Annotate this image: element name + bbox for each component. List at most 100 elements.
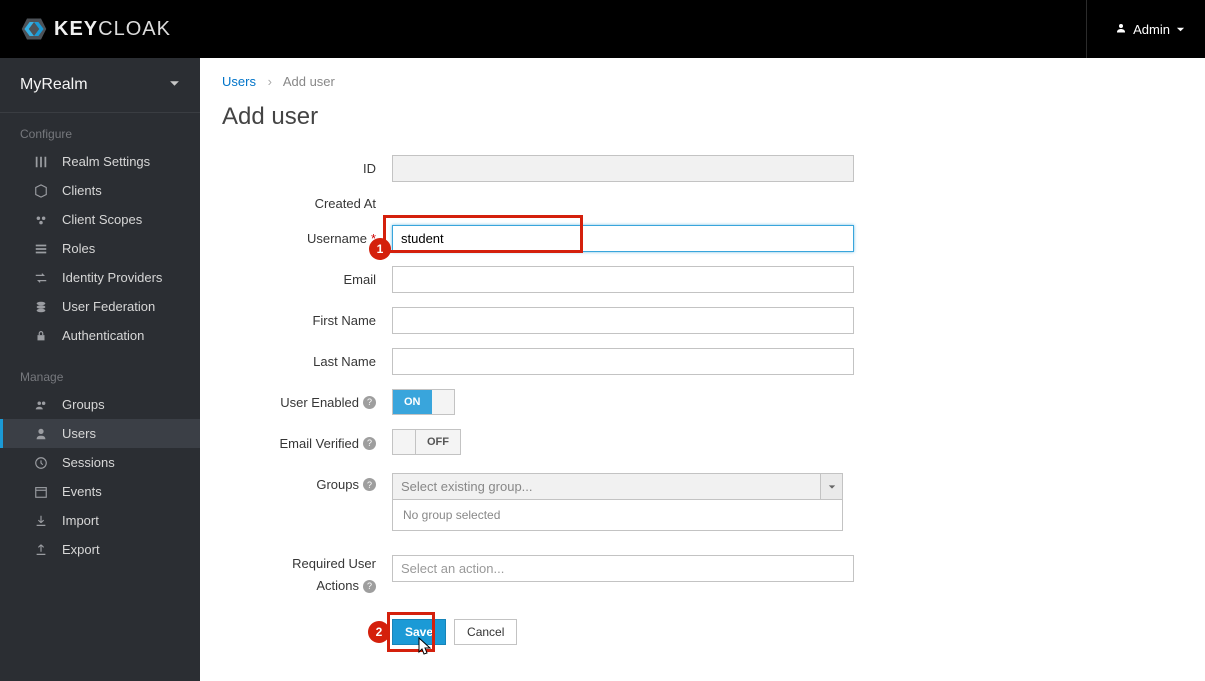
sidebar-item-realm-settings[interactable]: Realm Settings	[0, 147, 200, 176]
sidebar-item-label: Realm Settings	[62, 154, 150, 169]
users-icon	[34, 398, 48, 412]
sidebar-item-label: Events	[62, 484, 102, 499]
breadcrumb-current: Add user	[283, 74, 335, 89]
page-title: Add user	[222, 103, 1183, 131]
user-icon	[34, 427, 48, 441]
list-icon	[34, 242, 48, 256]
first-name-field[interactable]	[392, 307, 854, 334]
cursor-pointer-icon	[418, 637, 434, 660]
row-user-enabled: User Enabled ? ON	[222, 389, 1183, 415]
sidebar-item-label: Users	[62, 426, 96, 441]
label-groups: Groups	[316, 477, 359, 492]
row-first-name: First Name	[222, 307, 1183, 334]
breadcrumb-users-link[interactable]: Users	[222, 74, 256, 89]
top-bar: KEYCLOAK Admin	[0, 0, 1205, 58]
row-required-actions: Required User Actions ? Select an action…	[222, 553, 1183, 595]
sidebar-item-label: User Federation	[62, 299, 155, 314]
label-required-actions-l1: Required User	[292, 555, 376, 573]
sidebar-item-import[interactable]: Import	[0, 506, 200, 535]
sidebar: MyRealm Configure Realm Settings Clients…	[0, 58, 200, 681]
brand-text: KEYCLOAK	[54, 18, 171, 41]
groups-placeholder: Select existing group...	[401, 479, 533, 494]
main-area: MyRealm Configure Realm Settings Clients…	[0, 58, 1205, 681]
sidebar-item-user-federation[interactable]: User Federation	[0, 292, 200, 321]
label-required-actions-l2: Actions	[316, 577, 359, 595]
label-username: Username	[307, 231, 367, 246]
label-created-at: Created At	[315, 196, 376, 211]
sidebar-item-label: Groups	[62, 397, 105, 412]
sidebar-item-groups[interactable]: Groups	[0, 390, 200, 419]
groups-select[interactable]: Select existing group...	[392, 473, 843, 500]
keycloak-logo-icon	[20, 15, 48, 43]
chevron-down-icon	[820, 474, 842, 499]
help-icon[interactable]: ?	[363, 580, 376, 593]
chevron-down-icon	[169, 76, 180, 94]
breadcrumb: Users › Add user	[222, 74, 1183, 89]
required-actions-select[interactable]: Select an action...	[392, 555, 854, 582]
lock-icon	[34, 329, 48, 343]
sidebar-item-users[interactable]: Users	[0, 419, 200, 448]
user-enabled-toggle[interactable]: ON	[392, 389, 455, 415]
row-id: ID	[222, 155, 1183, 182]
chevron-right-icon: ›	[260, 74, 280, 89]
form-buttons: 2 Save Cancel	[392, 619, 1183, 645]
cancel-button[interactable]: Cancel	[454, 619, 517, 645]
section-configure-title: Configure	[0, 119, 200, 147]
help-icon[interactable]: ?	[363, 396, 376, 409]
sidebar-item-label: Authentication	[62, 328, 144, 343]
sidebar-item-label: Export	[62, 542, 100, 557]
chevron-down-icon	[1176, 22, 1185, 37]
sidebar-divider	[0, 112, 200, 113]
annotation-callout-2: 2	[368, 621, 390, 643]
help-icon[interactable]: ?	[363, 437, 376, 450]
cube-icon	[34, 184, 48, 198]
sidebar-item-label: Roles	[62, 241, 95, 256]
row-last-name: Last Name	[222, 348, 1183, 375]
database-icon	[34, 300, 48, 314]
label-email: Email	[343, 272, 376, 287]
configure-nav: Realm Settings Clients Client Scopes Rol…	[0, 147, 200, 350]
section-manage-title: Manage	[0, 362, 200, 390]
last-name-field[interactable]	[392, 348, 854, 375]
username-field[interactable]	[392, 225, 854, 252]
sidebar-item-clients[interactable]: Clients	[0, 176, 200, 205]
scopes-icon	[34, 213, 48, 227]
realm-selector[interactable]: MyRealm	[0, 58, 200, 104]
sidebar-item-export[interactable]: Export	[0, 535, 200, 564]
content-area: Users › Add user Add user ID Created At …	[200, 58, 1205, 681]
label-email-verified: Email Verified	[280, 436, 359, 451]
email-field[interactable]	[392, 266, 854, 293]
row-email: Email	[222, 266, 1183, 293]
sidebar-item-client-scopes[interactable]: Client Scopes	[0, 205, 200, 234]
label-id: ID	[363, 161, 376, 176]
sidebar-item-label: Sessions	[62, 455, 115, 470]
clock-icon	[34, 456, 48, 470]
realm-name: MyRealm	[20, 76, 88, 94]
import-icon	[34, 514, 48, 528]
toggle-on-label: ON	[393, 390, 432, 414]
sidebar-item-identity-providers[interactable]: Identity Providers	[0, 263, 200, 292]
user-menu[interactable]: Admin	[1086, 0, 1185, 58]
sidebar-item-events[interactable]: Events	[0, 477, 200, 506]
email-verified-toggle[interactable]: OFF	[392, 429, 461, 455]
manage-nav: Groups Users Sessions Events Import Expo…	[0, 390, 200, 564]
label-user-enabled: User Enabled	[280, 395, 359, 410]
sidebar-item-label: Import	[62, 513, 99, 528]
row-email-verified: Email Verified ? OFF	[222, 429, 1183, 457]
brand-logo: KEYCLOAK	[20, 15, 171, 43]
help-icon[interactable]: ?	[363, 478, 376, 491]
user-label: Admin	[1133, 22, 1170, 37]
export-icon	[34, 543, 48, 557]
sidebar-item-label: Clients	[62, 183, 102, 198]
user-icon	[1115, 22, 1127, 37]
label-first-name: First Name	[312, 313, 376, 328]
sidebar-item-authentication[interactable]: Authentication	[0, 321, 200, 350]
id-field	[392, 155, 854, 182]
sidebar-item-sessions[interactable]: Sessions	[0, 448, 200, 477]
label-last-name: Last Name	[313, 354, 376, 369]
calendar-icon	[34, 485, 48, 499]
annotation-callout-1: 1	[369, 238, 391, 260]
sidebar-item-roles[interactable]: Roles	[0, 234, 200, 263]
required-actions-placeholder: Select an action...	[401, 561, 504, 576]
sliders-icon	[34, 155, 48, 169]
